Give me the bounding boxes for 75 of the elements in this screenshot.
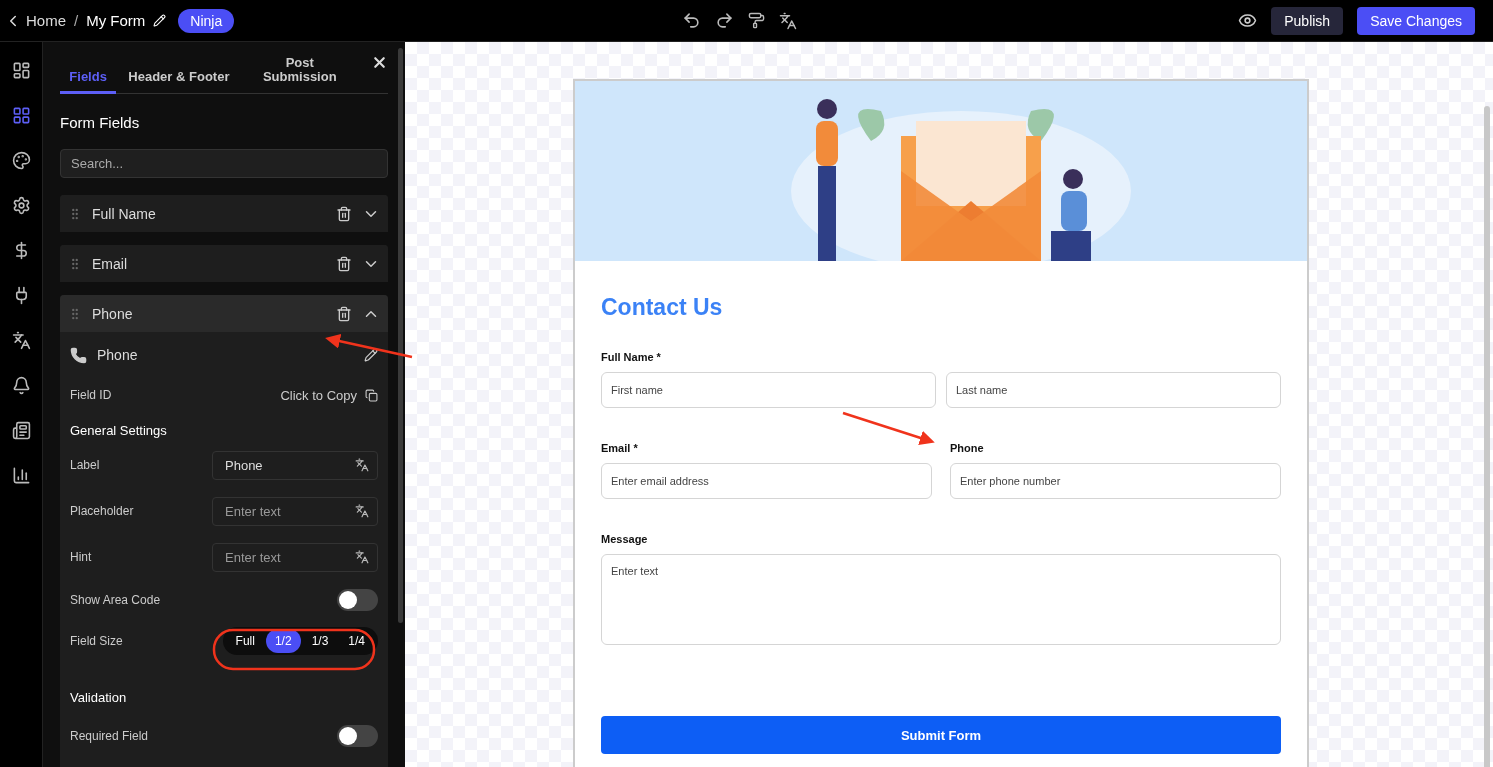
preview-eye-icon[interactable] <box>1238 11 1258 30</box>
setting-label: Hint <box>70 550 92 564</box>
field-size-option[interactable]: 1/4 <box>339 629 374 653</box>
edit-icon[interactable] <box>364 348 378 362</box>
setting-input[interactable]: Phone <box>212 450 378 480</box>
setting-input[interactable]: Enter text <box>212 542 378 572</box>
field-size-option[interactable]: 1/2 <box>265 629 301 653</box>
bar-chart-icon[interactable] <box>11 466 31 485</box>
bell-icon[interactable] <box>11 376 31 395</box>
trash-icon[interactable] <box>336 255 352 272</box>
field-size-selector[interactable]: Full 1/2 1/3 1/4 <box>222 627 378 655</box>
field-label: Phone <box>950 442 985 456</box>
panel-tab[interactable]: Header & Footer <box>116 66 242 94</box>
setting-label: Label <box>70 458 100 472</box>
setting-text-input[interactable]: Phone <box>223 456 333 474</box>
text-input[interactable]: Enter phone number <box>950 463 1281 499</box>
trash-icon[interactable] <box>336 305 352 322</box>
translate-icon[interactable] <box>11 331 31 350</box>
setting-label: Field Size <box>70 634 123 648</box>
panel-heading: Form Fields <box>60 114 141 131</box>
phone-icon <box>70 346 87 364</box>
list-icon[interactable] <box>11 421 31 440</box>
field-card-header[interactable]: Phone <box>60 295 388 332</box>
breadcrumb-separator: / <box>74 12 79 29</box>
setting-label: Placeholder <box>70 504 134 518</box>
home-link[interactable]: Home <box>4 11 66 30</box>
field-size-option[interactable]: 1/3 <box>302 629 338 653</box>
field-label: Message <box>601 533 649 547</box>
field-size-option[interactable]: Full <box>226 629 264 653</box>
message-textarea[interactable]: Enter text <box>601 554 1281 645</box>
section-heading: Validation <box>70 690 128 705</box>
toggle-switch[interactable] <box>337 589 378 611</box>
text-input[interactable]: Last name <box>946 372 1281 408</box>
field-name: Full Name <box>92 205 157 222</box>
palette-icon[interactable] <box>11 151 31 170</box>
publish-button[interactable]: Publish <box>1271 6 1344 35</box>
field-label: Full Name * <box>601 351 662 365</box>
section-heading: General Settings <box>70 423 168 438</box>
field-type-label: Phone <box>97 347 138 363</box>
setting-text-input[interactable]: Enter text <box>223 502 333 520</box>
search-field[interactable]: Search... <box>60 149 388 178</box>
save-changes-button[interactable]: Save Changes <box>1357 6 1475 35</box>
form-heading: Contact Us <box>601 294 724 321</box>
translate-icon[interactable] <box>355 504 369 518</box>
submit-button[interactable]: Submit Form <box>601 716 1281 754</box>
canvas-scrollbar[interactable] <box>1484 106 1490 767</box>
setting-text-input[interactable]: Enter text <box>223 548 333 566</box>
translate-icon[interactable] <box>779 11 797 30</box>
ninja-badge: Ninja <box>178 8 235 33</box>
trash-icon[interactable] <box>336 205 352 222</box>
undo-icon[interactable] <box>682 11 701 30</box>
settings-icon[interactable] <box>11 196 31 215</box>
panel-tab[interactable]: Post Submission <box>241 52 358 94</box>
paint-roller-icon[interactable] <box>748 12 765 29</box>
dashboard-icon[interactable] <box>11 61 31 80</box>
field-label: Email * <box>601 442 639 456</box>
field-name: Phone <box>92 305 134 322</box>
text-input[interactable]: Enter email address <box>601 463 932 499</box>
panel-scrollbar[interactable] <box>398 48 403 623</box>
text-input[interactable]: First name <box>601 372 936 408</box>
setting-input[interactable]: Enter text <box>212 496 378 526</box>
field-id-label: Field ID <box>70 388 112 402</box>
translate-icon[interactable] <box>355 550 369 564</box>
copy-icon[interactable] <box>365 388 378 402</box>
translate-icon[interactable] <box>355 458 369 472</box>
field-name: Email <box>92 255 128 272</box>
form-title: My Form <box>86 12 146 29</box>
click-to-copy-link[interactable]: Click to Copy <box>280 387 357 403</box>
grid-icon[interactable] <box>11 106 31 125</box>
close-icon[interactable] <box>371 54 388 71</box>
toggle-switch[interactable] <box>337 725 378 747</box>
setting-label: Required Field <box>70 729 149 743</box>
redo-icon[interactable] <box>715 11 734 30</box>
panel-tab[interactable]: Fields <box>60 66 117 94</box>
setting-label: Show Area Code <box>70 593 161 607</box>
